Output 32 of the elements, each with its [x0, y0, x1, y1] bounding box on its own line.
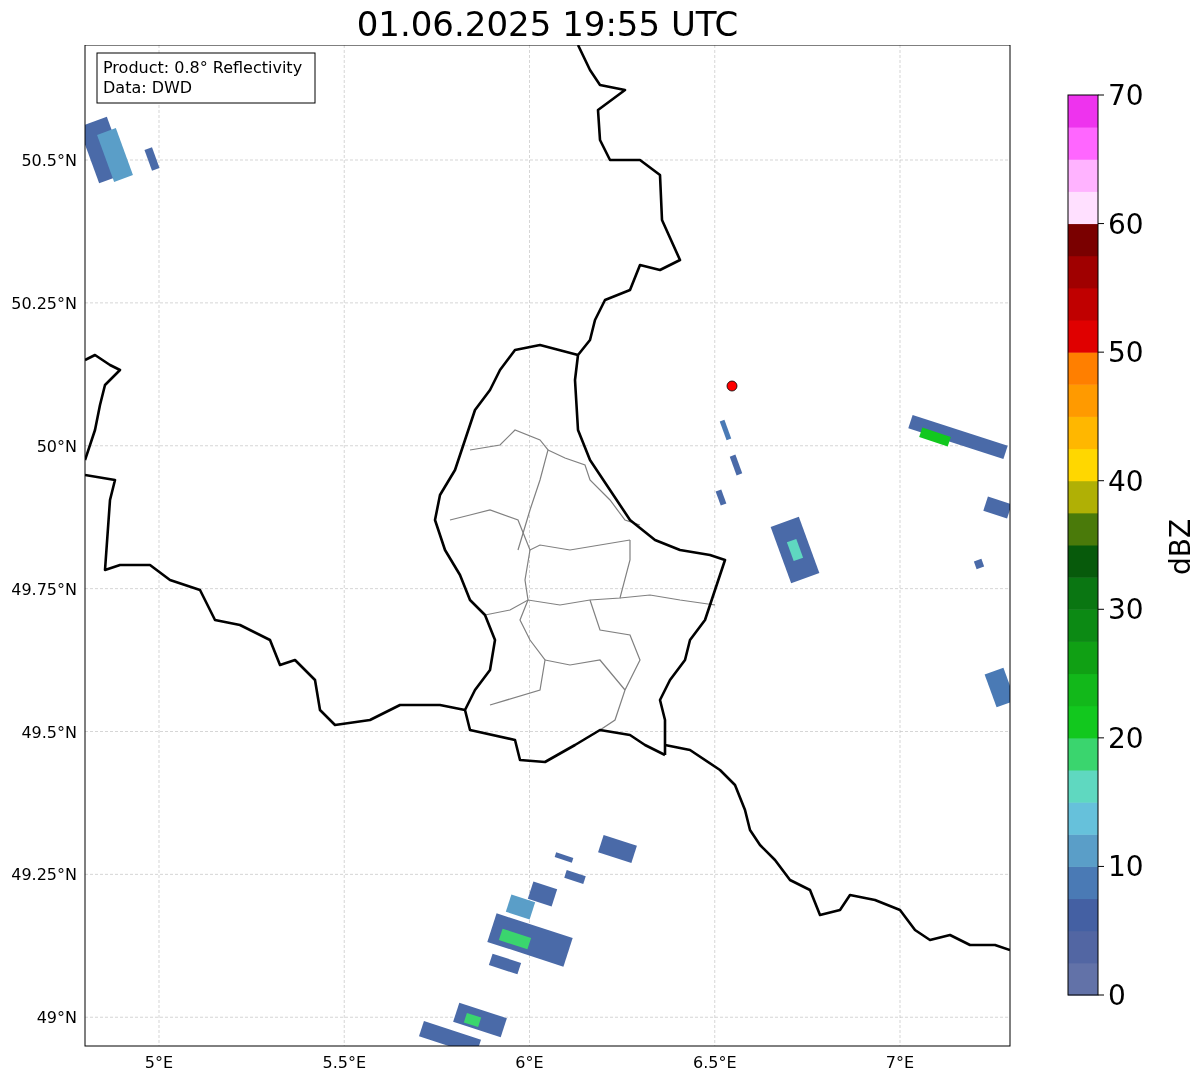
- latitude-label: 49°N: [36, 1008, 77, 1028]
- radar-echo: [554, 852, 574, 863]
- longitude-label: 5°E: [144, 1053, 174, 1072]
- radar-echo: [729, 454, 743, 476]
- colorbar-tick-label: 40: [1108, 464, 1144, 498]
- colorbar-tick-label: 60: [1108, 207, 1144, 241]
- latitude-label: 49.25°N: [11, 865, 77, 885]
- colorbar-tick-label: 30: [1108, 593, 1144, 627]
- colorbar-tick-label: 20: [1108, 721, 1144, 755]
- radar-echo: [973, 558, 985, 570]
- radar-echo: [719, 419, 732, 441]
- colorbar-tick-label: 10: [1108, 850, 1144, 884]
- latitude-label: 49.75°N: [11, 579, 77, 599]
- latitude-label: 49.5°N: [21, 722, 77, 742]
- radar-echo: [715, 489, 727, 506]
- radar-echo: [564, 870, 586, 884]
- radar-echo: [144, 147, 160, 171]
- longitude-label: 5.5°E: [322, 1053, 367, 1072]
- latitude-label: 50.25°N: [11, 293, 77, 313]
- colorbar-tick-label: 50: [1108, 336, 1144, 370]
- info-text: Data: DWD: [103, 78, 193, 97]
- longitude-label: 6°E: [515, 1053, 544, 1072]
- colorbar-tick-label: 70: [1108, 79, 1144, 112]
- radar-site-marker: [726, 380, 738, 392]
- longitude-label: 7°E: [885, 1053, 915, 1072]
- latitude-label: 50°N: [36, 436, 77, 456]
- colorbar-label: dBZ: [1164, 518, 1197, 576]
- longitude-label: 6.5°E: [692, 1053, 737, 1072]
- latitude-label: 50.5°N: [21, 151, 77, 170]
- info-text: Product: 0.8° Reflectivity: [103, 58, 303, 77]
- colorbar-tick-label: 0: [1108, 979, 1126, 1012]
- chart-title: 01.06.2025 19:55 UTC: [355, 3, 740, 45]
